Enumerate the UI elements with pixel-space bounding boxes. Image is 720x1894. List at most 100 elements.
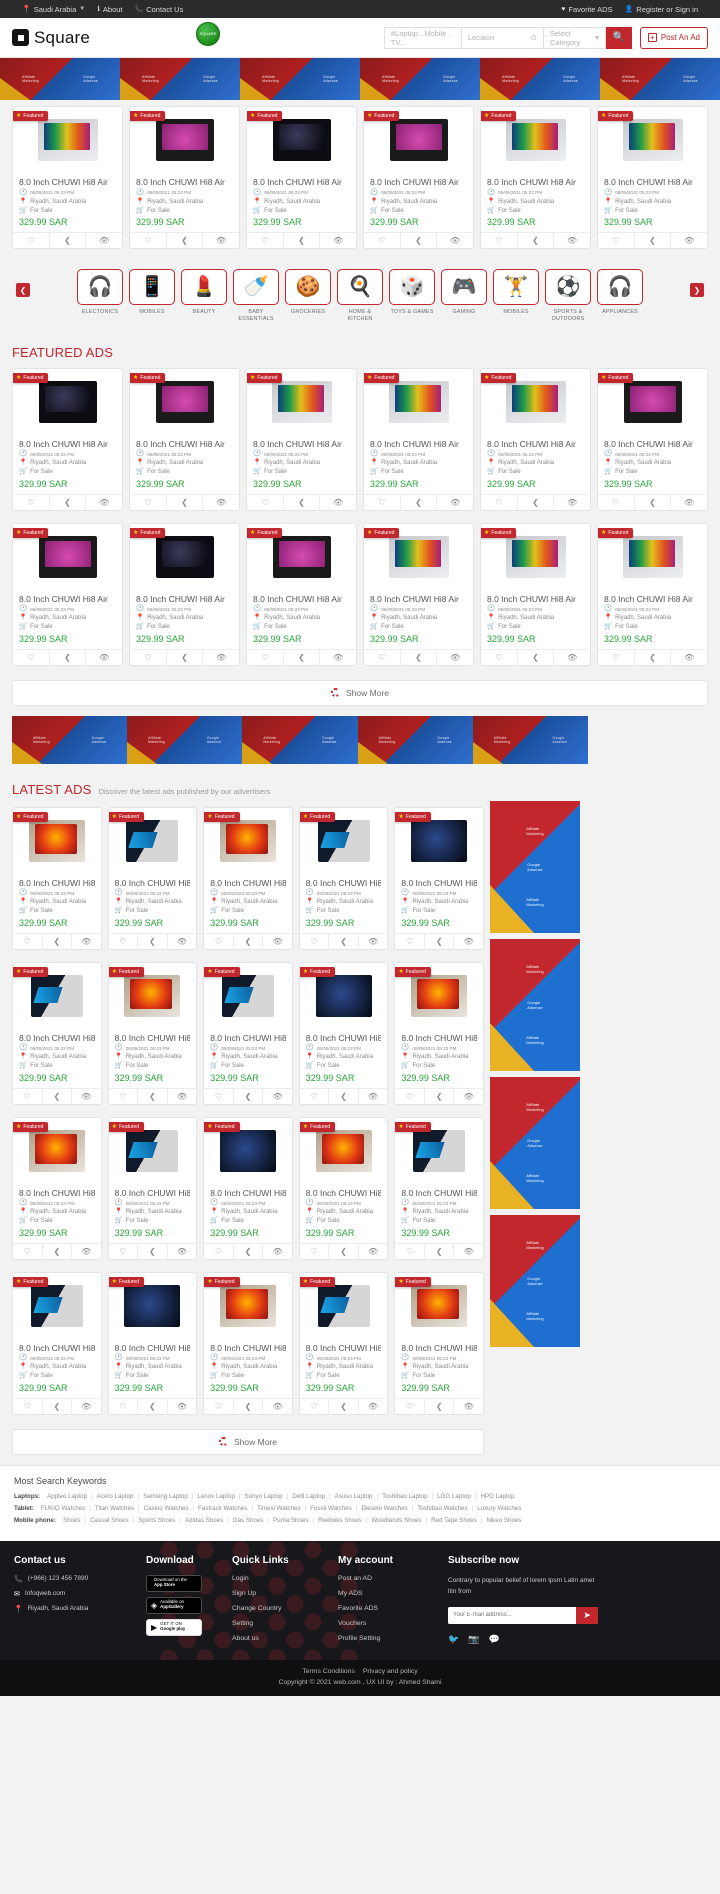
- keyword-link[interactable]: Luxury Watches: [477, 1505, 521, 1512]
- ad-card[interactable]: ★Featured 8.0 Inch CHUWI Hi8 Air🕐06/09/20…: [298, 961, 389, 1105]
- favorite-icon[interactable]: ♡: [13, 1398, 43, 1414]
- ad-card[interactable]: ★Featured 8.0 Inch CHUWI Hi8 Air🕐06/09/20…: [480, 106, 591, 249]
- keyword-link[interactable]: Delli Laptop: [292, 1493, 325, 1500]
- view-icon[interactable]: 👁: [437, 233, 473, 248]
- share-icon[interactable]: ❮: [425, 933, 455, 949]
- account-link-my-ads[interactable]: My ADS: [338, 1590, 434, 1597]
- share-icon[interactable]: ❮: [425, 1088, 455, 1104]
- keyword-link[interactable]: Gas Shoes: [233, 1517, 264, 1524]
- favorite-icon[interactable]: ♡: [130, 649, 167, 665]
- favorite-icon[interactable]: ♡: [481, 233, 518, 248]
- ad-card[interactable]: ★Featured 8.0 Inch CHUWI Hi8 Air🕐06/09/20…: [246, 367, 357, 511]
- ad-card[interactable]: ★Featured 8.0 Inch CHUWI Hi8 Air🕐06/09/20…: [597, 522, 708, 666]
- sidebar-ad[interactable]: Affiliate Marketing Google Adsense Affiliate…: [490, 1214, 580, 1347]
- ad-card[interactable]: ★Featured 8.0 Inch CHUWI Hi8 Air🕐06/09/20…: [363, 522, 474, 666]
- share-icon[interactable]: ❮: [234, 1088, 264, 1104]
- view-icon[interactable]: 👁: [168, 934, 197, 949]
- favorite-icon[interactable]: ♡: [364, 233, 401, 248]
- view-icon[interactable]: 👁: [554, 233, 590, 248]
- view-icon[interactable]: 👁: [437, 650, 473, 665]
- favorite-ads-link[interactable]: ♥ Favorite ADS: [561, 5, 612, 14]
- category-item-groceries[interactable]: 🍪 GROCERIES: [285, 269, 331, 323]
- ad-card[interactable]: ★Featured 8.0 Inch CHUWI Hi8 Air🕐06/09/20…: [363, 367, 474, 511]
- quicklink-change-country[interactable]: Change Country: [232, 1605, 324, 1612]
- favorite-icon[interactable]: ♡: [109, 1398, 139, 1414]
- category-item-electonics[interactable]: 🎧 ELECTONICS: [77, 269, 123, 323]
- favorite-icon[interactable]: ♡: [300, 1243, 330, 1259]
- share-icon[interactable]: ❮: [635, 494, 672, 510]
- view-icon[interactable]: 👁: [263, 1399, 292, 1414]
- favorite-icon[interactable]: ♡: [109, 1243, 139, 1259]
- favorite-icon[interactable]: ♡: [300, 933, 330, 949]
- footer-email[interactable]: ✉ Infoqweb.com: [14, 1590, 132, 1598]
- favorite-icon[interactable]: ♡: [395, 933, 425, 949]
- favorite-icon[interactable]: ♡: [130, 494, 167, 510]
- favorite-icon[interactable]: ♡: [204, 1088, 234, 1104]
- keyword-link[interactable]: Asuso Laptop: [335, 1493, 373, 1500]
- share-icon[interactable]: ❮: [234, 933, 264, 949]
- share-icon[interactable]: ❮: [401, 233, 438, 248]
- ad-card[interactable]: ★Featured 8.0 Inch CHUWI Hi8 Air🕐06/09/20…: [203, 1271, 293, 1415]
- view-icon[interactable]: 👁: [168, 1089, 197, 1104]
- account-link-post-an-ad[interactable]: Post an AD: [338, 1575, 434, 1582]
- share-icon[interactable]: ❮: [43, 1243, 73, 1259]
- sidebar-ad[interactable]: Affiliate Marketing Google Adsense Affiliate…: [490, 800, 580, 933]
- store-button-appgallery[interactable]: ◈ Available on AppGallery: [146, 1596, 202, 1614]
- view-icon[interactable]: 👁: [86, 650, 122, 665]
- favorite-icon[interactable]: ♡: [204, 933, 234, 949]
- favorite-icon[interactable]: ♡: [204, 1398, 234, 1414]
- subscribe-submit-button[interactable]: ➤: [576, 1606, 598, 1624]
- share-icon[interactable]: ❮: [50, 494, 87, 510]
- view-icon[interactable]: 👁: [72, 1244, 101, 1259]
- favorite-icon[interactable]: ♡: [109, 1088, 139, 1104]
- favorite-icon[interactable]: ♡: [481, 649, 518, 665]
- ad-card[interactable]: ★Featured 8.0 Inch CHUWI Hi8 Air🕐06/09/20…: [107, 1271, 198, 1415]
- keyword-link[interactable]: Titan Watches: [95, 1505, 134, 1512]
- share-icon[interactable]: ❮: [138, 1088, 168, 1104]
- share-icon[interactable]: ❮: [50, 233, 87, 248]
- copyright-link[interactable]: Privacy and policy: [363, 1668, 418, 1675]
- category-item-baby-essentials[interactable]: 🍼 BABY ESSENTIALS: [233, 269, 279, 323]
- share-icon[interactable]: ❮: [401, 494, 438, 510]
- view-icon[interactable]: 👁: [203, 650, 239, 665]
- ad-card[interactable]: ★Featured 8.0 Inch CHUWI Hi8 Air🕐06/09/20…: [12, 806, 102, 950]
- view-icon[interactable]: 👁: [168, 1244, 197, 1259]
- sidebar-ad[interactable]: Affiliate Marketing Google Adsense Affiliate…: [490, 938, 580, 1071]
- keyword-link[interactable]: Fastrack Watches: [198, 1505, 247, 1512]
- ad-card[interactable]: ★Featured 8.0 Inch CHUWI Hi8 Air🕐06/09/20…: [394, 806, 484, 950]
- share-icon[interactable]: ❮: [167, 233, 204, 248]
- keyword-link[interactable]: Acero Laptop: [97, 1493, 134, 1500]
- view-icon[interactable]: 👁: [671, 233, 707, 248]
- share-icon[interactable]: ❮: [43, 1088, 73, 1104]
- ad-card[interactable]: ★Featured 8.0 Inch CHUWI Hi8 Air🕐06/09/20…: [363, 106, 474, 249]
- ad-card[interactable]: ★Featured 8.0 Inch CHUWI Hi8 Air🕐06/09/20…: [203, 1116, 293, 1260]
- quicklink-about-us[interactable]: About us: [232, 1635, 324, 1642]
- keyword-link[interactable]: Red Tape Shoes: [431, 1517, 477, 1524]
- ad-card[interactable]: ★Featured 8.0 Inch CHUWI Hi8 Air🕐06/09/20…: [298, 806, 389, 950]
- ad-card[interactable]: ★Featured 8.0 Inch CHUWI Hi8 Air🕐06/09/20…: [298, 1271, 389, 1415]
- favorite-icon[interactable]: ♡: [13, 649, 50, 665]
- favorite-icon[interactable]: ♡: [247, 233, 284, 248]
- view-icon[interactable]: 👁: [359, 934, 388, 949]
- featured-show-more-button[interactable]: Show More: [12, 679, 708, 706]
- view-icon[interactable]: 👁: [437, 495, 473, 510]
- favorite-icon[interactable]: ♡: [300, 1398, 330, 1414]
- site-logo[interactable]: Square: [12, 28, 90, 48]
- category-item-sports-outdoors[interactable]: ⚽ SPORTS & OUTDOORS: [545, 269, 591, 323]
- favorite-icon[interactable]: ♡: [395, 1088, 425, 1104]
- category-next-button[interactable]: ❯: [690, 283, 704, 297]
- location-input[interactable]: Locaion: [468, 33, 494, 42]
- share-icon[interactable]: ❮: [284, 494, 321, 510]
- share-icon[interactable]: ❮: [518, 494, 555, 510]
- category-item-toys-games[interactable]: 🎲 TOYS & GAMES: [389, 269, 435, 323]
- ad-card[interactable]: ★Featured 8.0 Inch CHUWI Hi8 Air🕐06/09/20…: [394, 1271, 484, 1415]
- favorite-icon[interactable]: ♡: [598, 233, 635, 248]
- keyword-link[interactable]: Dieselo Watches: [361, 1505, 407, 1512]
- signin-link[interactable]: 👤 Register or Sign in: [625, 5, 698, 14]
- quicklink-login[interactable]: Login: [232, 1575, 324, 1582]
- favorite-icon[interactable]: ♡: [598, 494, 635, 510]
- share-icon[interactable]: ❮: [329, 1088, 359, 1104]
- share-icon[interactable]: ❮: [43, 933, 73, 949]
- sidebar-ad[interactable]: Affiliate Marketing Google Adsense Affiliate…: [490, 1076, 580, 1209]
- favorite-icon[interactable]: ♡: [130, 233, 167, 248]
